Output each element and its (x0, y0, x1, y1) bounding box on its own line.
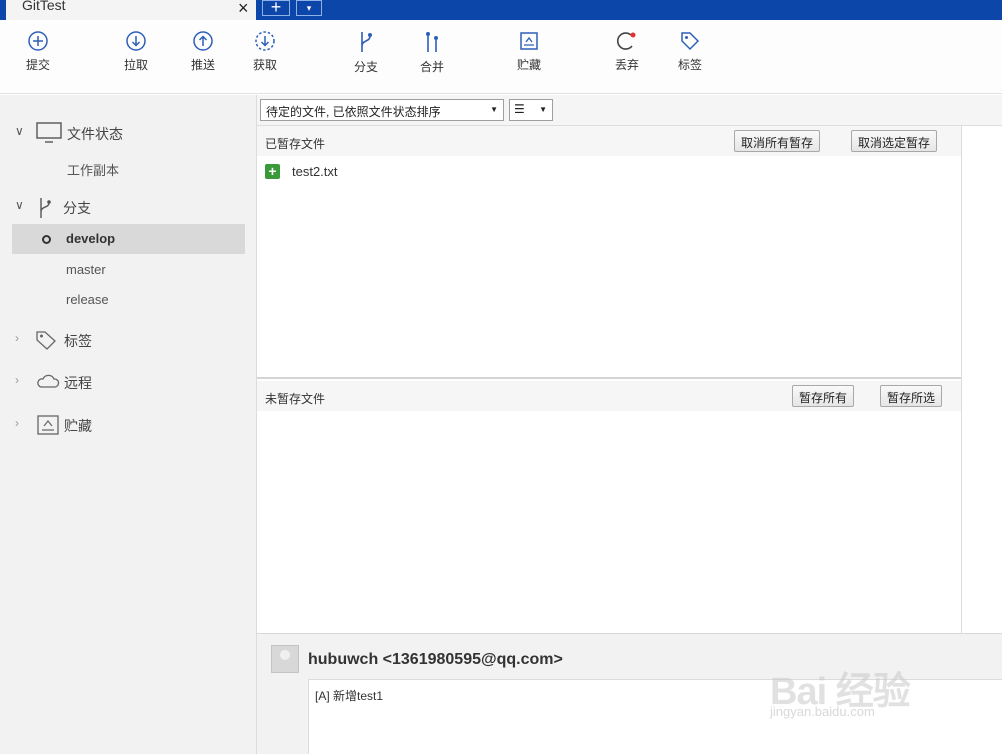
unstage-all-button[interactable]: 取消所有暂存 (734, 130, 821, 152)
dropdown-arrow-icon: ▼ (539, 105, 547, 114)
commit-area: hubuwch <1361980595@qq.com> [A] 新增test1 (257, 633, 1002, 754)
new-tab-button[interactable]: + (262, 0, 290, 16)
push-label: 推送 (190, 58, 215, 72)
branch-label-release: release (66, 292, 109, 307)
push-icon (193, 31, 213, 51)
stage-selected-button[interactable]: 暂存所选 (880, 385, 943, 407)
tag-icon (681, 32, 700, 51)
branch-button[interactable]: 分支 (336, 30, 396, 75)
fetch-label: 获取 (252, 58, 277, 72)
chevron-down-icon[interactable]: ∨ (15, 198, 24, 212)
list-view-icon: ☰ (514, 102, 525, 116)
sidebar-branches[interactable]: ∨ 分支 (0, 191, 256, 221)
branch-item-release[interactable]: release (0, 285, 256, 315)
merge-icon (426, 32, 438, 52)
staged-files-list: + test2.txt (257, 156, 961, 376)
discard-button[interactable]: 丢弃 (597, 30, 657, 73)
branch-label: 分支 (353, 60, 378, 74)
stash-icon (520, 32, 538, 50)
tag-label: 标签 (677, 58, 702, 72)
sort-dropdown[interactable]: 待定的文件, 已依照文件状态排序 ▼ (260, 99, 504, 121)
commit-icon (28, 31, 48, 51)
toolbar: 提交 拉取 推送 获取 分支 合并 贮藏 丢弃 标签 (0, 20, 1002, 94)
merge-button[interactable]: 合并 (402, 30, 462, 75)
stash-button[interactable]: 贮藏 (499, 30, 559, 73)
split-handle[interactable] (257, 377, 961, 379)
fetch-icon (255, 31, 275, 51)
sidebar-file-status[interactable]: ∨ 文件状态 (0, 117, 256, 147)
staged-files-title: 已暂存文件 (265, 137, 326, 151)
repo-tab[interactable]: GitTest × (0, 0, 256, 20)
pull-button[interactable]: 拉取 (106, 30, 166, 73)
close-tab-icon[interactable]: × (238, 0, 249, 18)
discard-label: 丢弃 (614, 58, 639, 72)
sidebar-branches-label: 分支 (63, 200, 91, 216)
sidebar-file-status-label: 文件状态 (67, 126, 123, 142)
commit-button[interactable]: 提交 (8, 30, 68, 73)
sort-dropdown-value: 待定的文件, 已依照文件状态排序 (266, 105, 441, 119)
added-file-icon: + (265, 164, 280, 179)
branch-item-develop[interactable]: develop (12, 224, 245, 254)
filter-bar: 待定的文件, 已依照文件状态排序 ▼ ☰ ▼ (257, 95, 1002, 126)
unstage-selected-button[interactable]: 取消选定暂存 (851, 130, 938, 152)
current-branch-icon (42, 235, 51, 244)
branch-icon (40, 198, 51, 218)
chevron-right-icon[interactable]: › (15, 373, 19, 387)
chevron-right-icon[interactable]: › (15, 331, 19, 345)
sidebar-stashes[interactable]: › 贮藏 (0, 409, 256, 439)
commit-author: hubuwch <1361980595@qq.com> (308, 651, 563, 668)
branch-label-develop: develop (66, 231, 116, 246)
sidebar-item-working-copy[interactable]: 工作副本 (0, 153, 256, 183)
staged-files-header: 已暂存文件 取消所有暂存 取消选定暂存 (257, 126, 961, 156)
branch-icon (361, 32, 372, 52)
commit-message-text: [A] 新增test1 (315, 689, 384, 703)
sidebar-tags-label: 标签 (64, 333, 92, 349)
pull-icon (126, 31, 146, 51)
avatar (271, 645, 299, 673)
main-panel: 待定的文件, 已依照文件状态排序 ▼ ☰ ▼ 已暂存文件 取消所有暂存 取消选定… (256, 95, 1002, 754)
branch-label-master: master (66, 262, 106, 277)
sidebar-stashes-label: 贮藏 (64, 418, 92, 434)
merge-label: 合并 (419, 60, 444, 74)
pull-label: 拉取 (123, 58, 148, 72)
tag-icon (36, 331, 56, 350)
chevron-right-icon[interactable]: › (15, 416, 19, 430)
sidebar-tags[interactable]: › 标签 (0, 324, 256, 354)
branch-item-master[interactable]: master (0, 255, 256, 285)
fetch-button[interactable]: 获取 (235, 30, 295, 73)
sidebar-remotes-label: 远程 (64, 375, 92, 391)
unstaged-files-header: 未暂存文件 暂存所有 暂存所选 (257, 381, 961, 411)
commit-message-input[interactable]: [A] 新增test1 (308, 679, 1002, 754)
working-copy-label: 工作副本 (67, 163, 120, 178)
tag-button[interactable]: 标签 (660, 30, 720, 73)
title-bar: GitTest × + ▾ (0, 0, 1002, 20)
stash-icon (37, 415, 59, 435)
stash-label: 贮藏 (516, 58, 541, 72)
tab-title: GitTest (22, 0, 66, 13)
stage-all-button[interactable]: 暂存所有 (792, 385, 855, 407)
tab-menu-button[interactable]: ▾ (296, 0, 322, 16)
dropdown-arrow-icon: ▼ (490, 105, 498, 114)
diff-panel (961, 126, 1002, 633)
file-name: test2.txt (292, 164, 338, 179)
unstaged-files-title: 未暂存文件 (265, 392, 326, 406)
discard-icon (616, 32, 636, 50)
cloud-icon (37, 374, 60, 388)
view-mode-dropdown[interactable]: ☰ ▼ (509, 99, 553, 121)
unstaged-files-list (257, 411, 961, 633)
sidebar: ∨ 文件状态 工作副本 ∨ 分支 develop master release … (0, 95, 256, 754)
chevron-down-icon[interactable]: ∨ (15, 124, 24, 138)
sidebar-remotes[interactable]: › 远程 (0, 366, 256, 396)
push-button[interactable]: 推送 (173, 30, 233, 73)
commit-label: 提交 (25, 58, 50, 72)
monitor-icon (36, 122, 62, 143)
